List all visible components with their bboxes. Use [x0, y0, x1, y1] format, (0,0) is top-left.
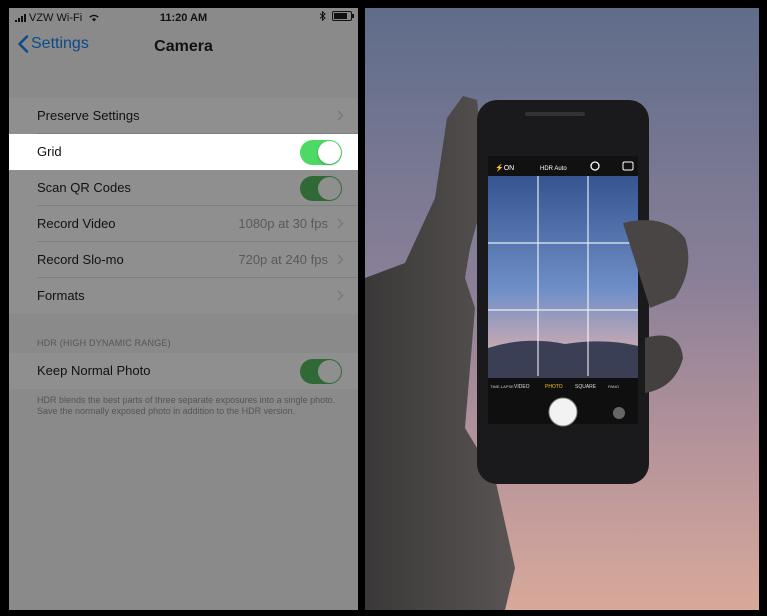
- flash-label: ⚡ON: [495, 163, 514, 172]
- filters-icon: [613, 407, 625, 419]
- photo-illustration: ⚡ON HDR Auto TIME-LAPSE VIDEO PHOTO SQUA…: [365, 8, 759, 610]
- row-label: Formats: [37, 288, 85, 303]
- chevron-right-icon: [337, 290, 344, 301]
- chevron-right-icon: [337, 110, 344, 121]
- hdr-label: HDR Auto: [540, 166, 567, 172]
- keep-normal-photo-toggle[interactable]: [300, 359, 342, 384]
- battery-icon: [332, 11, 354, 21]
- svg-text:VIDEO: VIDEO: [514, 384, 530, 390]
- grid-toggle[interactable]: [300, 140, 342, 165]
- hdr-section-header: HDR (HIGH DYNAMIC RANGE): [37, 338, 171, 348]
- row-grid: Grid: [9, 134, 358, 170]
- chevron-right-icon: [337, 218, 344, 229]
- svg-text:PANO: PANO: [608, 384, 619, 389]
- navigation-bar: Settings Camera: [9, 28, 358, 68]
- status-bar: VZW Wi-Fi 11:20 AM: [9, 8, 358, 28]
- page-title: Camera: [154, 38, 213, 55]
- row-formats[interactable]: Formats: [9, 278, 358, 314]
- status-time: 11:20 AM: [159, 12, 208, 24]
- row-preserve-settings[interactable]: Preserve Settings: [9, 98, 358, 134]
- bluetooth-icon: [319, 11, 326, 21]
- camera-settings-screen: VZW Wi-Fi 11:20 AM Settings Camera Prese…: [9, 8, 358, 610]
- hdr-footnote: HDR blends the best parts of three separ…: [37, 395, 336, 416]
- row-record-video[interactable]: Record Video 1080p at 30 fps: [9, 206, 358, 242]
- row-label: Grid: [37, 144, 62, 159]
- svg-text:SQUARE: SQUARE: [575, 384, 597, 390]
- hand-holding-phone-photo: ⚡ON HDR Auto TIME-LAPSE VIDEO PHOTO SQUA…: [365, 8, 759, 610]
- svg-text:TIME-LAPSE: TIME-LAPSE: [490, 384, 514, 389]
- svg-text:PHOTO: PHOTO: [545, 384, 563, 390]
- row-value: 720p at 240 fps: [238, 252, 328, 267]
- row-label: Scan QR Codes: [37, 180, 131, 195]
- row-record-slo-mo[interactable]: Record Slo-mo 720p at 240 fps: [9, 242, 358, 278]
- row-label: Record Slo-mo: [37, 252, 124, 267]
- row-scan-qr-codes: Scan QR Codes: [9, 170, 358, 206]
- row-label: Record Video: [37, 216, 116, 231]
- row-label: Preserve Settings: [37, 108, 140, 123]
- chevron-right-icon: [337, 254, 344, 265]
- composite-image: VZW Wi-Fi 11:20 AM Settings Camera Prese…: [0, 0, 767, 616]
- row-label: Keep Normal Photo: [37, 363, 151, 378]
- scan-qr-toggle[interactable]: [300, 176, 342, 201]
- shutter-button: [548, 397, 578, 427]
- row-keep-normal-photo: Keep Normal Photo: [9, 353, 358, 389]
- row-value: 1080p at 30 fps: [238, 216, 328, 231]
